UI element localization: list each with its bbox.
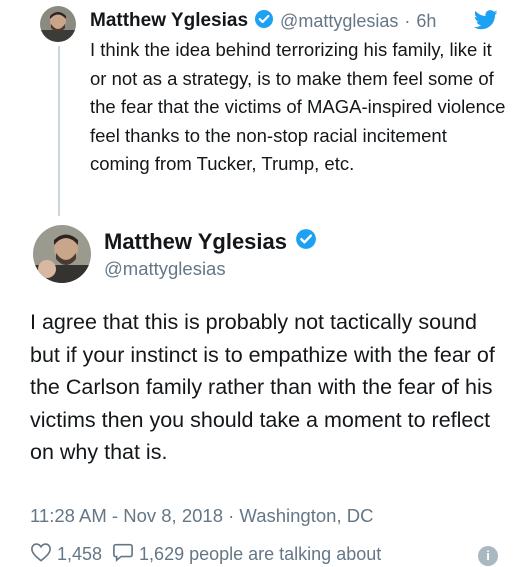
tweet-timestamp-location[interactable]: 11:28 AM - Nov 8, 2018 · Washington, DC — [30, 505, 373, 527]
twitter-bird-icon[interactable] — [473, 10, 498, 30]
main-author-name-row: Matthew Yglesias — [104, 228, 317, 256]
main-author-avatar[interactable] — [33, 225, 91, 283]
reply-tweet-text: I think the idea behind terrorizing his … — [90, 39, 506, 174]
reply-author-handle[interactable]: @mattyglesias — [280, 11, 398, 32]
talking-about-link[interactable]: 1,629 people are talking about — [112, 542, 381, 567]
tweet-actions: 1,458 1,629 people are talking about — [30, 542, 391, 567]
verified-badge-icon — [295, 228, 317, 256]
talking-about-text: 1,629 people are talking about — [139, 544, 382, 564]
info-icon[interactable]: i — [478, 546, 498, 566]
main-tweet-text: I agree that this is probably not tactic… — [30, 310, 495, 464]
thread-connector-line — [58, 46, 60, 216]
main-author-name[interactable]: Matthew Yglesias — [104, 229, 287, 255]
comment-icon — [112, 542, 139, 567]
reply-author-name[interactable]: Matthew Yglesias — [90, 10, 248, 32]
heart-icon — [30, 542, 57, 567]
like-count: 1,458 — [57, 544, 103, 564]
reply-author-avatar[interactable] — [40, 6, 76, 42]
like-button[interactable]: 1,458 — [30, 542, 102, 567]
verified-badge-icon — [254, 9, 274, 34]
reply-time[interactable]: 6h — [416, 11, 436, 32]
main-author-handle[interactable]: @mattyglesias — [104, 258, 226, 280]
separator-dot: · — [404, 10, 411, 31]
reply-tweet-header: Matthew Yglesias @mattyglesias · 6h — [90, 8, 436, 34]
